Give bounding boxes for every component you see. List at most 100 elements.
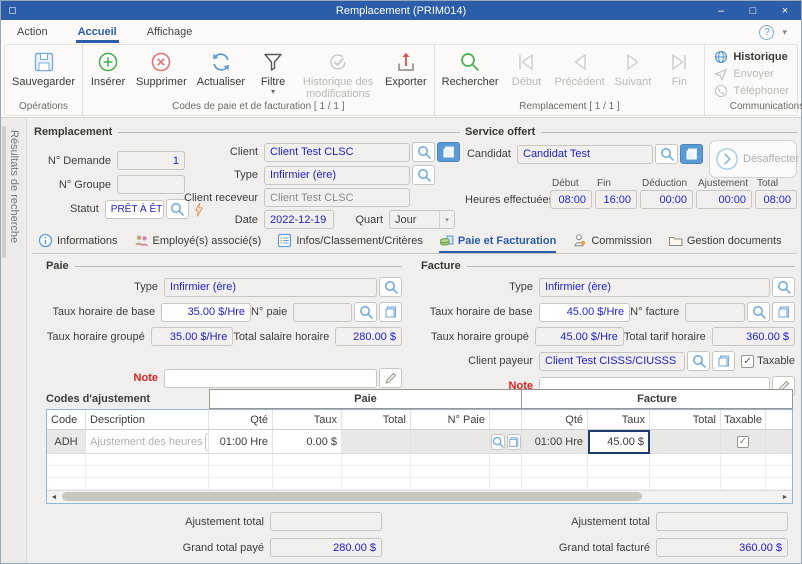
next-button[interactable]: Suivant	[610, 46, 657, 101]
horizontal-scrollbar[interactable]: ◄ ►	[47, 490, 792, 503]
client-payeur-field[interactable]: Client Test CISSS/CIUSSS	[539, 352, 685, 371]
col-paie-qte[interactable]: Qté	[209, 410, 273, 430]
client-field[interactable]: Client Test CLSC	[264, 143, 410, 162]
cell-paie-total[interactable]	[342, 430, 411, 454]
paie-type-search-button[interactable]	[379, 277, 402, 297]
search-results-tab[interactable]: Résultats de recherche	[8, 130, 20, 243]
scroll-right-icon[interactable]: ►	[778, 494, 792, 501]
col-facture-total[interactable]: Total	[650, 410, 721, 430]
ajustement-field[interactable]: 00:00	[696, 190, 752, 209]
no-facture-field[interactable]	[685, 303, 745, 322]
paie-type-field[interactable]: Infirmier (ère)	[164, 278, 377, 297]
no-paie-search-button[interactable]	[354, 302, 377, 322]
no-facture-open-button[interactable]	[772, 302, 795, 322]
tab-employes-associes[interactable]: Employé(s) associé(s)	[134, 233, 262, 253]
taxable-checkbox[interactable]: ✓	[741, 355, 754, 368]
quart-select[interactable]: Jour ▾	[389, 210, 455, 229]
help-icon[interactable]: ?	[759, 25, 774, 40]
paie-note-edit-button[interactable]	[379, 368, 402, 388]
col-taxable[interactable]: Taxable	[721, 410, 766, 430]
client-payeur-search-button[interactable]	[687, 351, 710, 371]
cell-facture-taux-selected[interactable]: 45.00 $	[588, 430, 650, 454]
row-open-button[interactable]	[507, 434, 521, 450]
no-demande-field[interactable]: 1	[117, 151, 185, 170]
type-field[interactable]: Infirmier (ère)	[264, 166, 410, 185]
col-description[interactable]: Description	[86, 410, 209, 430]
statut-field[interactable]: PRÊT À ÊTRE TR	[105, 200, 164, 219]
filter-button[interactable]: Filtre ▾	[250, 46, 296, 101]
delete-button[interactable]: Supprimer	[131, 46, 192, 101]
last-button[interactable]: Fin	[656, 46, 702, 101]
client-receveur-field[interactable]: Client Test CLSC	[264, 188, 410, 207]
minimize-button[interactable]: –	[705, 1, 737, 20]
type-search-button[interactable]	[412, 165, 435, 185]
col-paie-total[interactable]: Total	[342, 410, 411, 430]
candidat-search-button[interactable]	[655, 144, 678, 164]
cell-facture-total[interactable]	[650, 430, 721, 454]
tab-commission[interactable]: Commission	[572, 233, 652, 253]
total-salaire-field[interactable]: 280.00 $	[335, 327, 402, 346]
date-field[interactable]: 2022-12-19	[264, 210, 334, 229]
desaffecter-button[interactable]: Désaffecter	[709, 140, 797, 178]
col-facture-taux[interactable]: Taux	[588, 410, 650, 430]
tab-informations[interactable]: Informations	[38, 233, 118, 253]
close-button[interactable]: ×	[769, 1, 801, 20]
history-button[interactable]: Historique	[714, 50, 789, 64]
cell-paie-qte[interactable]: 01:00 Hre	[209, 430, 273, 454]
row-search-button[interactable]	[491, 434, 505, 450]
grand-total-facture-field[interactable]: 360.00 $	[656, 538, 788, 557]
table-data-row[interactable]: ADH Ajustement des heures 01:00 Hre 0.00…	[47, 430, 792, 454]
paie-ajustement-total-field[interactable]	[270, 512, 382, 531]
tab-paie-et-facturation[interactable]: Paie et Facturation	[439, 233, 556, 253]
export-button[interactable]: Exporter	[380, 46, 432, 101]
menu-tab-accueil[interactable]: Accueil	[76, 23, 119, 43]
col-code[interactable]: Code	[47, 410, 86, 430]
col-facture-qte[interactable]: Qté	[522, 410, 588, 430]
cell-taxable[interactable]: ✓	[721, 430, 766, 454]
menu-tab-action[interactable]: Action	[15, 23, 50, 43]
total-tarif-field[interactable]: 360.00 $	[712, 327, 795, 346]
cell-description[interactable]: Ajustement des heures	[86, 430, 209, 454]
facture-type-search-button[interactable]	[772, 277, 795, 297]
paie-taux-base-field[interactable]: 35.00 $/Hre	[161, 303, 251, 322]
facture-type-field[interactable]: Infirmier (ère)	[539, 278, 770, 297]
events-tasks-button[interactable]: Évènements et tâches	[796, 46, 802, 101]
insert-button[interactable]: Insérer	[85, 46, 131, 101]
total-field[interactable]: 08:00	[755, 190, 797, 209]
no-paie-open-button[interactable]	[379, 302, 402, 322]
grand-total-paye-field[interactable]: 280.00 $	[270, 538, 382, 557]
no-paie-field[interactable]	[293, 303, 352, 322]
fin-field[interactable]: 16:00	[595, 190, 637, 209]
no-groupe-field[interactable]	[117, 175, 185, 194]
facture-ajustement-total-field[interactable]	[656, 512, 788, 531]
paie-note-field[interactable]	[164, 369, 377, 388]
history-modifications-button[interactable]: Historique des modifications	[296, 46, 380, 101]
paie-taux-groupe-field[interactable]: 35.00 $/Hre	[151, 327, 234, 346]
facture-taux-base-field[interactable]: 45.00 $/Hre	[539, 303, 631, 322]
phone-button[interactable]: Téléphoner	[714, 84, 789, 98]
cell-code[interactable]: ADH	[47, 430, 86, 454]
client-search-button[interactable]	[412, 142, 435, 162]
cell-paie-taux[interactable]: 0.00 $	[273, 430, 342, 454]
scroll-left-icon[interactable]: ◄	[47, 494, 61, 501]
deduction-field[interactable]: 00:00	[640, 190, 693, 209]
maximize-button[interactable]: □	[737, 1, 769, 20]
previous-button[interactable]: Précédent	[549, 46, 609, 101]
no-facture-search-button[interactable]	[747, 302, 770, 322]
scrollbar-thumb[interactable]	[62, 492, 642, 501]
candidat-field[interactable]: Candidat Test	[517, 145, 653, 164]
candidat-open-button[interactable]	[680, 144, 703, 164]
debut-field[interactable]: 08:00	[550, 190, 592, 209]
panel-handle[interactable]	[2, 126, 6, 258]
client-open-button[interactable]	[437, 142, 460, 162]
cell-no-paie[interactable]	[411, 430, 490, 454]
facture-taux-groupe-field[interactable]: 45.00 $/Hre	[535, 327, 624, 346]
client-payeur-open-button[interactable]	[712, 351, 735, 371]
first-button[interactable]: Début	[503, 46, 549, 101]
save-button[interactable]: Sauvegarder	[7, 46, 80, 101]
collapse-ribbon-icon[interactable]: ▾	[782, 27, 787, 38]
tab-gestion-documents[interactable]: Gestion documents	[668, 233, 782, 253]
menu-tab-affichage[interactable]: Affichage	[145, 23, 195, 43]
refresh-button[interactable]: Actualiser	[192, 46, 250, 101]
send-button[interactable]: Envoyer	[714, 67, 789, 81]
